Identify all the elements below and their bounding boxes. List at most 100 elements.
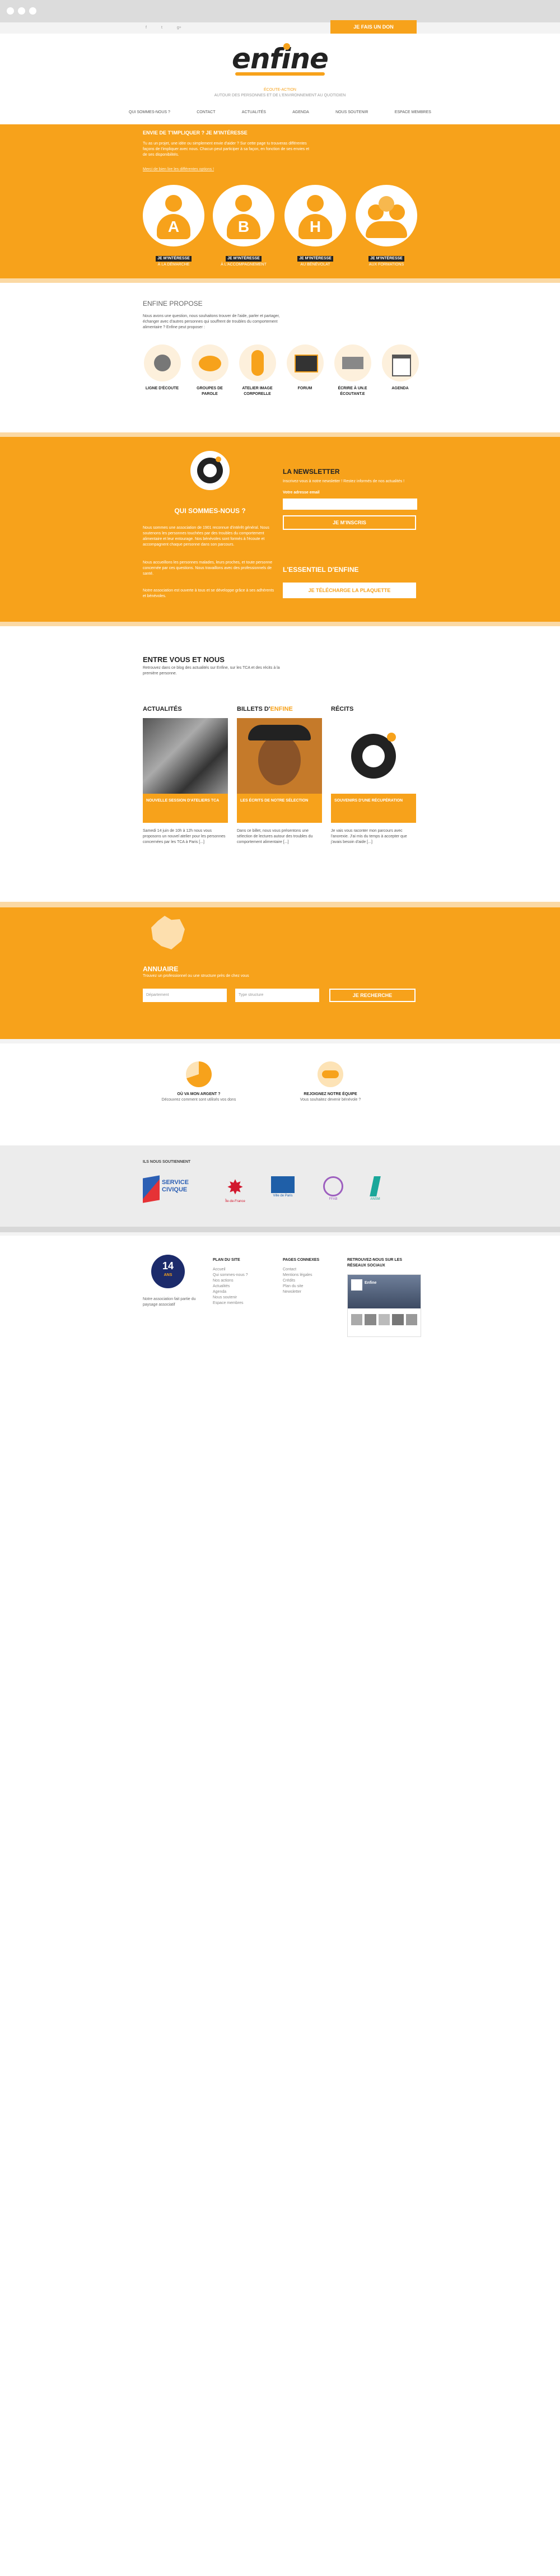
partner-paris[interactable]: Ville de Paris	[266, 1176, 300, 1204]
about-p1: Nous sommes une association de 1901 reco…	[143, 526, 269, 547]
facebook-icon[interactable]: f	[146, 25, 147, 31]
nav-news[interactable]: ACTUALITÉS	[242, 110, 266, 118]
about-p2: Nous accueillons les personnes malades, …	[143, 561, 273, 576]
hero-card-label: JE M'INTÉRESSE AUX FORMATIONS	[356, 252, 417, 268]
partners-bottom-band	[0, 1227, 560, 1232]
newsletter-label: Votre adresse email	[283, 491, 320, 495]
about-bottom-band	[0, 622, 560, 626]
footer-link[interactable]: Contact	[283, 1267, 339, 1273]
partner-region[interactable]: ✸ Île-de-France	[218, 1176, 252, 1210]
enfine-emblem-icon	[190, 451, 230, 490]
hero-card-group[interactable]: JE M'INTÉRESSE AUX FORMATIONS	[356, 185, 417, 269]
propose-item[interactable]: GROUPES DE PAROLE	[189, 344, 231, 406]
twitter-icon[interactable]: t	[161, 25, 162, 31]
newsletter-email-input[interactable]	[283, 499, 417, 510]
person-icon	[307, 195, 324, 212]
blog-col-news[interactable]: ACTUALITÉS NOUVELLE SESSION D'ATELIERS T…	[143, 706, 228, 851]
window-close-dot[interactable]	[7, 7, 14, 15]
blog-col-billets[interactable]: BILLETS D'ENFINE LES ÉCRITS DE NOTRE SÉL…	[237, 706, 322, 851]
directory-bottom-band	[0, 1039, 560, 1044]
support-item-money[interactable]: OÙ VA MON ARGENT ? Découvrez comment son…	[143, 1061, 255, 1112]
about-title: QUI SOMMES-NOUS ?	[174, 507, 246, 515]
anniversary-badge-icon[interactable]: 14 ANS	[151, 1255, 185, 1288]
news-photo	[143, 718, 228, 794]
hero-card-label: JE M'INTÉRESSE À L'ACCOMPAGNEMENT	[213, 252, 274, 268]
footer-link[interactable]: Espace membres	[213, 1301, 274, 1306]
facebook-page-name: Enfine	[365, 1281, 377, 1285]
blog-col-excerpt: Samedi 14 juin de 10h à 12h nous vous pr…	[143, 829, 226, 844]
blog-text: Retrouvez dans ce blog des actualités su…	[143, 666, 280, 676]
logo-swoosh-icon	[235, 72, 325, 76]
propose-item-label: GROUPES DE PAROLE	[197, 386, 223, 396]
footer-top-band	[0, 1232, 560, 1236]
nav-agenda[interactable]: AGENDA	[292, 110, 309, 118]
hero-card-a[interactable]: A JE M'INTÉRESSE À LA DÉMARCHE	[143, 185, 204, 269]
hero-card-h[interactable]: H JE M'INTÉRESSE AU BÉNÉVOLAT	[284, 185, 346, 269]
footer-link[interactable]: Qui sommes-nous ?	[213, 1273, 274, 1278]
window-minimize-dot[interactable]	[18, 7, 25, 15]
star-logo-icon: ✸	[226, 1176, 244, 1199]
hero-card-b[interactable]: B JE M'INTÉRESSE À L'ACCOMPAGNEMENT	[213, 185, 274, 269]
partner-ansm[interactable]: ANSM	[364, 1176, 386, 1204]
newsletter-submit-button[interactable]: JE M'INSCRIS	[283, 515, 416, 530]
propose-item[interactable]: AGENDA	[379, 344, 421, 406]
hero-card-sub: AU BÉNÉVOLAT	[300, 263, 330, 267]
logo[interactable]: enfine	[218, 42, 342, 81]
directory-search-button[interactable]: JE RECHERCHE	[329, 989, 416, 1002]
footer-link[interactable]: Crédits	[283, 1278, 339, 1284]
footer-link[interactable]: Mentions légales	[283, 1273, 339, 1278]
enfine-logo-photo	[331, 718, 416, 794]
footer-link[interactable]: Plan du site	[283, 1284, 339, 1289]
nav-about[interactable]: QUI SOMMES-NOUS ?	[129, 110, 170, 118]
footer-link[interactable]: Agenda	[213, 1289, 274, 1295]
download-brochure-button[interactable]: JE TÉLÉCHARGE LA PLAQUETTE	[283, 583, 416, 598]
propose-item-label: FORUM	[297, 386, 312, 390]
partner-service-civique[interactable]: SERVICE CIVIQUE	[143, 1173, 204, 1207]
window-maximize-dot[interactable]	[29, 7, 36, 15]
propose-item-label: ÉCRIRE À UN.E ÉCOUTANT.E	[338, 386, 367, 396]
hero-card-sub: AUX FORMATIONS	[368, 263, 404, 267]
blog-col-caption: NOUVELLE SESSION D'ATELIERS TCA	[143, 794, 228, 823]
propose-item[interactable]: FORUM	[284, 344, 326, 406]
footer-link[interactable]: Nos actions	[213, 1278, 274, 1284]
donate-button[interactable]: JE FAIS UN DON	[330, 20, 417, 34]
propose-item[interactable]: ÉCRIRE À UN.E ÉCOUTANT.E	[332, 344, 374, 406]
headset-icon	[143, 344, 181, 381]
blog-col-heading: RÉCITS	[331, 706, 416, 712]
blog-col-heading-text: ACTUALITÉS	[143, 706, 182, 712]
body-image-icon	[239, 344, 276, 381]
support-item-team[interactable]: REJOIGNEZ NOTRE ÉQUIPE Vous souhaitez de…	[274, 1061, 386, 1112]
letter-h: H	[309, 218, 321, 235]
partner-ffab[interactable]: FFAB	[316, 1176, 350, 1204]
structure-type-select[interactable]: Type structure	[235, 989, 319, 1002]
pie-chart-icon	[186, 1061, 212, 1087]
about-p3: Notre association est ouverte à tous et …	[143, 589, 274, 598]
support-item-title: REJOIGNEZ NOTRE ÉQUIPE	[304, 1092, 357, 1096]
support-item-text: Découvrez comment sont utilisés vos dons	[161, 1098, 236, 1102]
google-plus-icon[interactable]: g+	[177, 25, 181, 31]
nav-support[interactable]: NOUS SOUTENIR	[335, 110, 368, 118]
footer-link[interactable]: Actualités	[213, 1284, 274, 1289]
footer-link[interactable]: Accueil	[213, 1267, 274, 1273]
partner-name: SERVICE CIVIQUE	[162, 1179, 189, 1193]
blog-col-caption: SOUVENIRS D'UNE RÉCUPÉRATION	[331, 794, 416, 823]
department-select[interactable]: Département	[143, 989, 227, 1002]
handshake-icon	[318, 1061, 343, 1087]
propose-item[interactable]: ATELIER IMAGE CORPORELLE	[236, 344, 278, 406]
hero-card-label: JE M'INTÉRESSE À LA DÉMARCHE	[143, 252, 204, 268]
hero-title: ENVIE DE T'IMPLIQUER ? JE M'INTÉRESSE	[143, 130, 248, 136]
blog-col-heading: BILLETS D'ENFINE	[237, 706, 322, 712]
ffab-logo-icon	[323, 1176, 343, 1196]
service-civique-flag-icon	[143, 1175, 160, 1203]
portrait-photo	[237, 718, 322, 794]
footer-link[interactable]: Nous soutenir	[213, 1295, 274, 1301]
facebook-widget[interactable]: Enfine	[347, 1274, 421, 1337]
hero-link[interactable]: Merci de bien lire les différentes optio…	[143, 167, 311, 173]
nav-contact[interactable]: CONTACT	[197, 110, 215, 118]
footer-col2-title: PAGES CONNEXES	[283, 1258, 320, 1262]
propose-item[interactable]: LIGNE D'ÉCOUTE	[141, 344, 183, 406]
blog-col-stories[interactable]: RÉCITS SOUVENIRS D'UNE RÉCUPÉRATION Je v…	[331, 706, 416, 851]
footer-link[interactable]: Newsletter	[283, 1289, 339, 1295]
hero-text: Tu as un projet, une idée ou simplement …	[143, 142, 310, 157]
nav-members[interactable]: ESPACE MEMBRES	[395, 110, 431, 118]
